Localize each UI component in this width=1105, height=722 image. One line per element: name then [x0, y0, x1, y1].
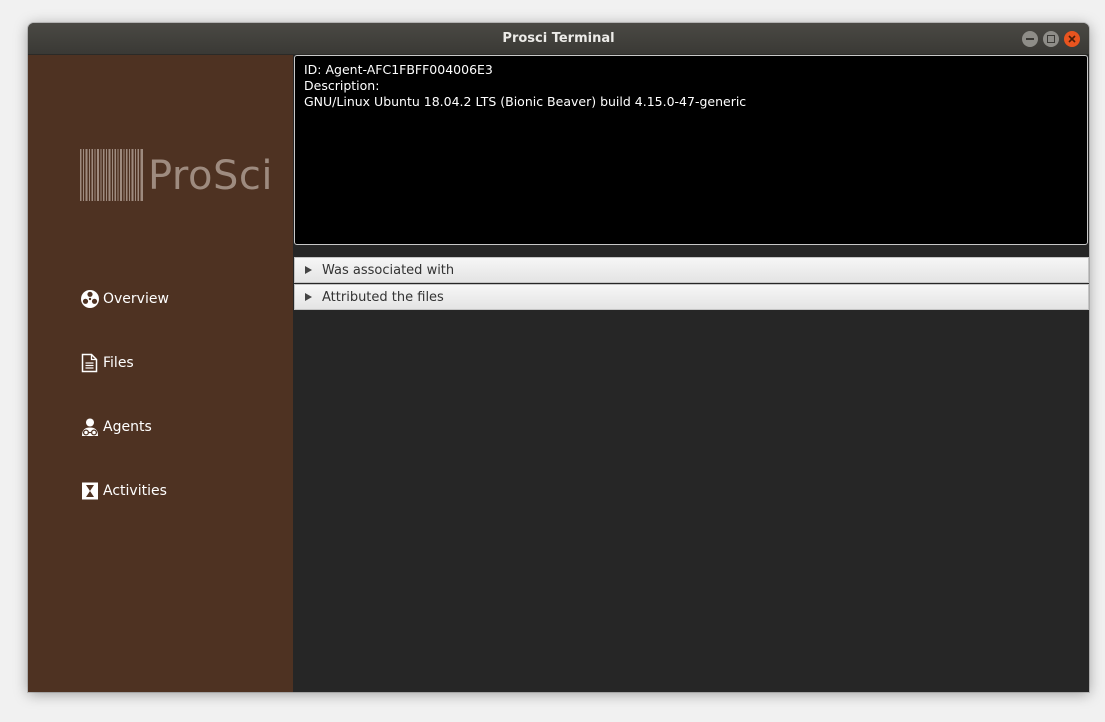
close-icon: [1068, 35, 1076, 43]
attributed-files-pane[interactable]: Attributed the files: [294, 284, 1089, 310]
minimize-button[interactable]: [1022, 31, 1038, 47]
overview-icon: [80, 289, 100, 309]
sidebar-item-label: Agents: [103, 419, 152, 435]
agent-details-console[interactable]: ID: Agent-AFC1FBFF004006E3 Description: …: [294, 55, 1088, 245]
window-title: Prosci Terminal: [502, 31, 615, 46]
close-button[interactable]: [1064, 31, 1080, 47]
agent-id-line: ID: Agent-AFC1FBFF004006E3: [304, 62, 493, 77]
sidebar-item-overview[interactable]: Overview: [80, 288, 169, 310]
pane-title: Attributed the files: [322, 289, 444, 305]
logo-text: ProSci: [148, 153, 273, 199]
activities-icon: [80, 481, 100, 501]
sidebar-item-agents[interactable]: Agents: [80, 416, 152, 438]
app-logo: ProSci: [80, 149, 290, 201]
pane-title: Was associated with: [322, 262, 455, 278]
sidebar: ProSci Overview Files Agents Activities: [28, 55, 293, 692]
title-bar[interactable]: Prosci Terminal: [28, 23, 1089, 55]
sidebar-item-label: Activities: [103, 483, 167, 499]
sidebar-item-label: Overview: [103, 291, 169, 307]
minimize-icon: [1026, 38, 1034, 40]
description-label: Description:: [304, 78, 380, 93]
main-panel: ID: Agent-AFC1FBFF004006E3 Description: …: [293, 55, 1089, 692]
maximize-icon: [1047, 35, 1055, 43]
expand-arrow-icon: [305, 293, 312, 301]
description-text: GNU/Linux Ubuntu 18.04.2 LTS (Bionic Bea…: [304, 94, 747, 109]
sidebar-item-files[interactable]: Files: [80, 352, 134, 374]
agents-icon: [80, 417, 100, 437]
app-window: Prosci Terminal ProSci Overview Files Ag…: [28, 23, 1089, 692]
barcode-icon: [80, 149, 143, 201]
sidebar-item-label: Files: [103, 355, 134, 371]
file-icon: [80, 353, 100, 373]
maximize-button[interactable]: [1043, 31, 1059, 47]
sidebar-item-activities[interactable]: Activities: [80, 480, 167, 502]
expand-arrow-icon: [305, 266, 312, 274]
was-associated-with-pane[interactable]: Was associated with: [294, 257, 1089, 283]
